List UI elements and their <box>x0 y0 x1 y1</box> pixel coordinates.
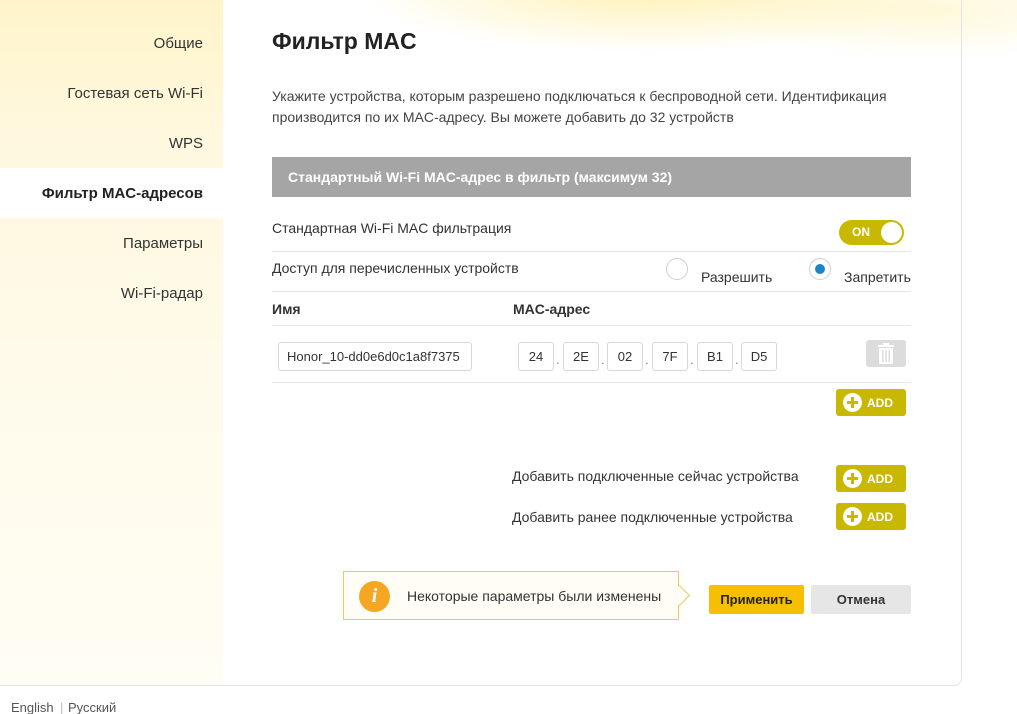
column-header-name: Имя <box>272 301 301 317</box>
cancel-button[interactable]: Отмена <box>811 585 911 614</box>
access-label: Доступ для перечисленных устройств <box>272 260 519 276</box>
trash-icon <box>878 343 894 364</box>
mac-octet-5-input[interactable] <box>697 342 733 371</box>
toggle-knob <box>881 222 902 243</box>
page-description: Укажите устройства, которым разрешено по… <box>272 88 887 125</box>
mac-separator: . <box>556 352 560 367</box>
changes-notice: i Некоторые параметры были изменены <box>343 571 679 620</box>
add-row-button[interactable]: ADD <box>836 389 906 416</box>
sidebar-item-wps[interactable]: WPS <box>169 135 203 152</box>
sidebar-item-general[interactable]: Общие <box>154 35 203 52</box>
mac-separator: . <box>690 352 694 367</box>
delete-row-button[interactable] <box>866 340 906 367</box>
plus-icon <box>843 469 862 488</box>
deny-label: Запретить <box>844 269 911 285</box>
mac-separator: . <box>601 352 605 367</box>
add-label: ADD <box>867 396 893 410</box>
column-header-mac: MAC-адрес <box>513 301 591 317</box>
add-previous-label: Добавить ранее подключенные устройства <box>512 509 793 525</box>
mac-octet-2-input[interactable] <box>563 342 599 371</box>
mac-separator: . <box>735 352 739 367</box>
mac-octet-4-input[interactable] <box>652 342 688 371</box>
sidebar-item-guest-wifi[interactable]: Гостевая сеть Wi-Fi <box>67 85 203 102</box>
add-connected-button[interactable]: ADD <box>836 465 906 492</box>
language-english-link[interactable]: English <box>11 700 54 714</box>
deny-radio[interactable] <box>809 258 831 280</box>
mac-octet-3-input[interactable] <box>607 342 643 371</box>
toggle-state-label: ON <box>852 225 870 239</box>
sidebar-item-wifi-radar[interactable]: Wi-Fi-радар <box>121 285 203 302</box>
mac-separator: . <box>645 352 649 367</box>
mac-octet-1-input[interactable] <box>518 342 554 371</box>
allow-radio[interactable] <box>666 258 688 280</box>
divider <box>272 251 911 252</box>
add-previous-button[interactable]: ADD <box>836 503 906 530</box>
mac-filter-toggle[interactable]: ON <box>839 220 904 245</box>
section-header: Стандартный Wi-Fi MAC-адрес в фильтр (ма… <box>272 157 911 197</box>
sidebar-item-mac-filter[interactable]: Фильтр MAC-адресов <box>42 185 203 202</box>
add-label: ADD <box>867 510 893 524</box>
page-title: Фильтр MAC <box>272 28 417 54</box>
allow-label: Разрешить <box>701 269 773 285</box>
divider <box>272 382 911 383</box>
info-icon: i <box>359 581 390 612</box>
plus-icon <box>843 393 862 412</box>
notice-text: Некоторые параметры были изменены <box>407 588 662 604</box>
apply-button[interactable]: Применить <box>709 585 804 614</box>
add-connected-label: Добавить подключенные сейчас устройства <box>512 468 799 484</box>
device-name-input[interactable] <box>278 342 472 371</box>
add-label: ADD <box>867 472 893 486</box>
mac-octet-6-input[interactable] <box>741 342 777 371</box>
language-russian-link[interactable]: Русский <box>68 700 116 714</box>
language-separator: | <box>60 700 64 714</box>
mac-filter-toggle-label: Стандартная Wi-Fi MAC фильтрация <box>272 220 512 236</box>
plus-icon <box>843 507 862 526</box>
sidebar-item-parameters[interactable]: Параметры <box>123 235 203 252</box>
divider <box>272 325 911 326</box>
divider <box>272 291 911 292</box>
sidebar: Общие Гостевая сеть Wi-Fi WPS Фильтр MAC… <box>0 0 223 685</box>
